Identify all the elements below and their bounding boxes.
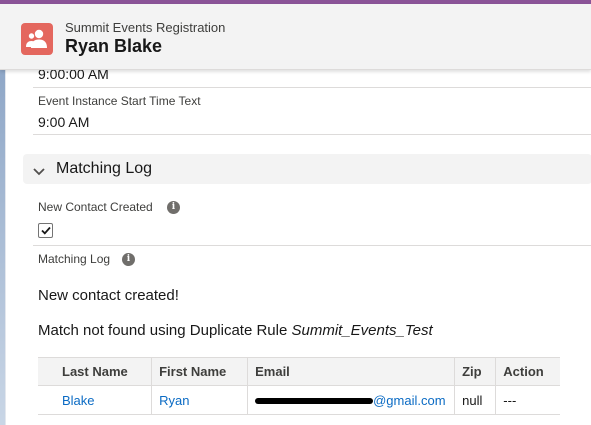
divider (33, 134, 591, 135)
log-line-match-not-found: Match not found using Duplicate Rule Sum… (38, 322, 433, 339)
start-time-text-value: 9:00 AM (38, 114, 90, 130)
section-header-matching-log[interactable]: Matching Log (23, 154, 591, 184)
column-header-last-name: Last Name (38, 357, 153, 386)
column-header-action: Action (495, 357, 560, 386)
column-header-first-name: First Name (151, 357, 249, 386)
start-time-text-label: Event Instance Start Time Text (38, 94, 201, 108)
info-icon[interactable]: i (167, 201, 180, 214)
object-type-label: Summit Events Registration (65, 20, 226, 35)
redaction-bar (255, 398, 374, 405)
email-cell: @gmail.com (247, 385, 456, 415)
first-name-link[interactable]: Ryan (159, 393, 189, 408)
divider (33, 87, 591, 88)
matching-results-table: Last Name First Name Email Zip Action Bl… (38, 357, 560, 415)
zip-cell: null (454, 385, 497, 415)
duplicate-rule-name: Summit_Events_Test (291, 322, 433, 339)
record-detail-panel: 9:00:00 AM Event Instance Start Time Tex… (5, 66, 591, 425)
contacts-icon (21, 23, 53, 55)
record-header: Summit Events Registration Ryan Blake (0, 4, 591, 70)
log-line-prefix: Match not found using Duplicate Rule (38, 322, 292, 339)
new-contact-created-label: New Contact Created (38, 200, 153, 214)
column-header-zip: Zip (454, 357, 497, 386)
section-title: Matching Log (56, 160, 153, 177)
matching-log-label: Matching Log (38, 252, 111, 266)
column-header-email: Email (247, 357, 456, 386)
email-link[interactable]: @gmail.com (373, 393, 445, 408)
new-contact-created-checkbox (38, 223, 53, 238)
last-name-link[interactable]: Blake (62, 393, 95, 408)
table-row: Blake Ryan @gmail.com null --- (38, 385, 560, 415)
action-cell: --- (495, 385, 560, 415)
divider (33, 245, 591, 246)
info-icon[interactable]: i (122, 253, 135, 266)
table-header-row: Last Name First Name Email Zip Action (38, 357, 560, 386)
record-title: Ryan Blake (65, 36, 163, 56)
log-line-new-contact: New contact created! (38, 287, 179, 304)
chevron-down-icon[interactable] (33, 163, 45, 181)
